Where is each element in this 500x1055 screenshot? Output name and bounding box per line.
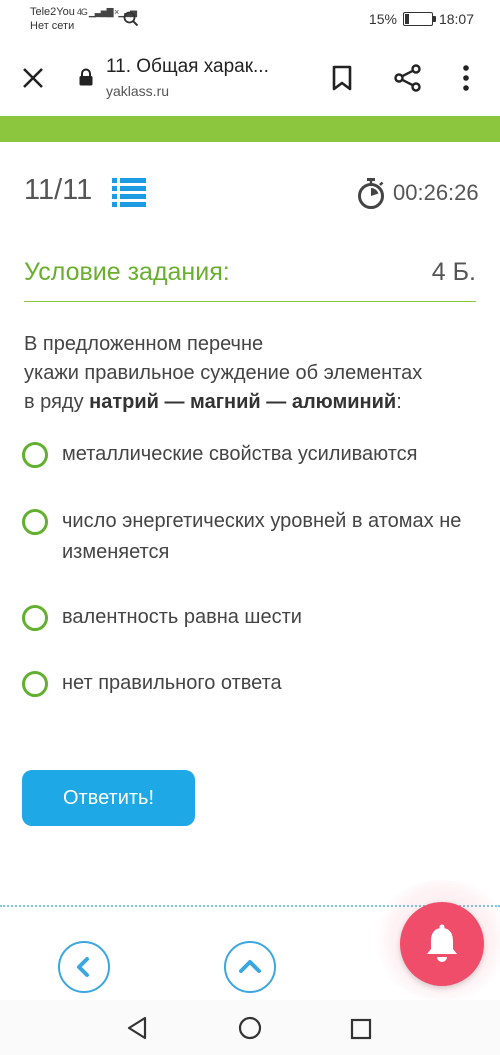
answer-option-4[interactable]: нет правильного ответа [22,671,482,699]
square-recent-icon[interactable] [350,1018,372,1040]
battery-percent: 15% [368,11,397,27]
lock-icon [79,68,93,86]
question-line-3: в ряду натрий — магний — алюминий: [24,388,484,417]
page-title[interactable]: 11. Общая харак... [106,56,269,78]
timer: 00:26:26 [393,180,479,205]
system-nav-bar [0,1000,500,1055]
task-counter: 11/11 [24,174,93,206]
carrier-name: Tele2You [30,6,75,18]
close-icon[interactable] [20,65,46,91]
condition-divider [24,301,476,302]
site-header-bar [0,116,500,142]
question-line-2: укажи правильное суждение об элементах [24,362,423,384]
radio-button[interactable] [22,605,48,631]
chevron-left-icon [77,957,89,977]
circle-home-icon[interactable] [238,1016,262,1040]
option-label: валентность равна шести [62,606,302,628]
radio-button[interactable] [22,442,48,468]
submit-answer-button[interactable]: Ответить! [22,770,195,826]
question-line-1: В предложенном перечне [24,333,264,355]
stopwatch-icon [358,178,384,209]
question-elements: натрий — магний — алюминий [89,391,397,413]
option-label: нет правильного ответа [62,672,282,694]
carrier-info: Tele2You 4G ▁▃▅▇ ×▁▃▅ Нет сети [30,5,137,33]
more-vertical-icon[interactable] [462,64,470,92]
answer-option-3[interactable]: валентность равна шести [22,605,482,633]
status-bar: Tele2You 4G ▁▃▅▇ ×▁▃▅ Нет сети 15% 18:07 [0,0,500,40]
question-prefix: в ряду [24,391,90,413]
share-icon[interactable] [394,64,422,92]
option-label: число энергетических уровней в атомах не… [62,510,462,563]
bell-icon [427,924,457,962]
question-text: В предложенном перечне укажи правильное … [24,330,484,417]
points-badge: 4 Б. [431,258,476,286]
scroll-top-button[interactable] [224,941,276,993]
search-icon [123,11,139,27]
triangle-back-icon[interactable] [126,1016,148,1040]
signal-label: 4G [76,7,88,17]
clock: 18:07 [438,11,474,27]
browser-toolbar: 11. Общая харак... yaklass.ru [0,40,500,116]
list-icon[interactable] [112,177,146,207]
radio-button[interactable] [22,509,48,535]
prev-task-button[interactable] [58,941,110,993]
notification-button[interactable] [400,902,484,986]
option-label: металлические свойства усиливаются [62,443,418,465]
battery-icon [402,12,436,26]
condition-title: Условие задания: [24,258,230,286]
bookmark-icon[interactable] [330,64,354,92]
status-right: 15% 18:07 [369,11,474,27]
battery-fill [404,14,409,24]
answer-option-2[interactable]: число энергетических уровней в атомах не… [22,509,482,568]
page-url[interactable]: yaklass.ru [106,83,169,99]
question-suffix: : [396,391,402,413]
answer-option-1[interactable]: металлические свойства усиливаются [22,442,482,470]
radio-button[interactable] [22,671,48,697]
network-status: Нет сети [30,20,75,32]
chevron-up-icon [239,960,261,973]
